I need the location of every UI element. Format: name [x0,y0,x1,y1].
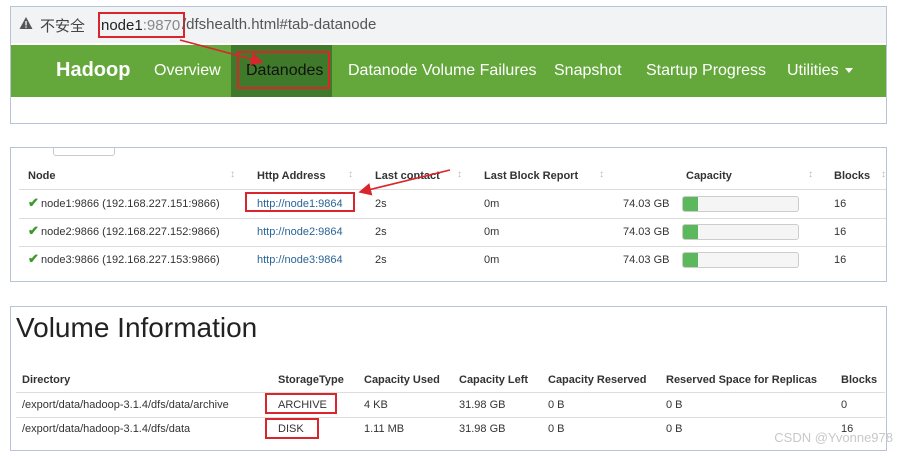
capacity-bar [682,196,799,212]
volume-capacity-used: 4 KB [364,399,388,411]
url-host[interactable]: node1:9870 [98,12,186,38]
check-icon: ✔ [28,251,39,266]
last-block-report: 0m [484,254,500,266]
col-http-address[interactable]: Http Address [257,170,326,182]
nav-datanodes[interactable]: Datanodes [246,62,323,80]
row-divider [19,246,886,247]
volume-directory: /export/data/hadoop-3.1.4/dfs/data [22,423,191,435]
http-address-link[interactable]: http://node2:9864 [257,226,343,238]
http-address-link[interactable]: http://node1:9864 [257,198,343,210]
blocks-value: 16 [834,226,847,238]
capacity-bar-fill [683,225,698,239]
volume-capacity-left: 31.98 GB [459,399,506,411]
capacity-value: 74.03 GB [623,226,670,238]
url-port: :9870 [142,17,181,34]
sort-icon[interactable]: ↕ [457,169,462,180]
row-divider [19,189,886,190]
nav-volume-failures[interactable]: Datanode Volume Failures [348,62,537,80]
capacity-value: 74.03 GB [623,198,670,210]
volume-info-panel: Volume Information Directory StorageType… [10,306,887,451]
node-name: node1:9866 (192.168.227.151:9866) [41,198,220,210]
col-reserved-replicas: Reserved Space for Replicas [666,374,818,386]
nav-utilities-label: Utilities [787,62,839,79]
col-last-block-report[interactable]: Last Block Report [484,170,578,182]
datanode-table-panel: Node ↕ Http Address ↕ Last contact ↕ Las… [10,147,887,282]
col-node[interactable]: Node [28,170,56,182]
capacity-bar [682,224,799,240]
warning-icon[interactable] [19,16,33,30]
col-capacity-reserved: Capacity Reserved [548,374,647,386]
node-name: node3:9866 (192.168.227.153:9866) [41,254,220,266]
check-icon: ✔ [28,195,39,210]
capacity-bar-fill [683,197,698,211]
volume-storage-type: ARCHIVE [278,399,327,411]
row-divider [16,392,885,393]
nav-snapshot[interactable]: Snapshot [554,62,622,80]
volume-capacity-reserved: 0 B [548,399,565,411]
caret-down-icon [844,68,853,74]
navbar: Hadoop Overview Datanodes Datanode Volum… [11,45,886,97]
row-divider [19,218,886,219]
volume-capacity-left: 31.98 GB [459,423,506,435]
brand-logo[interactable]: Hadoop [56,59,130,82]
capacity-bar [682,252,799,268]
col-blocks: Blocks [841,374,878,386]
url-path[interactable]: /dfshealth.html#tab-datanode [182,16,376,33]
col-storage-type: StorageType [278,374,344,386]
last-block-report: 0m [484,198,500,210]
blocks-value: 16 [834,198,847,210]
col-directory: Directory [22,374,71,386]
col-blocks[interactable]: Blocks [834,170,870,182]
sort-icon[interactable]: ↕ [230,169,235,180]
sort-icon[interactable]: ↕ [808,169,813,180]
volume-reserved-replicas: 0 B [666,423,683,435]
url-hostname: node1 [101,17,143,34]
last-block-report: 0m [484,226,500,238]
blocks-value: 16 [834,254,847,266]
nav-overview[interactable]: Overview [154,62,221,80]
col-capacity-left: Capacity Left [459,374,529,386]
capacity-bar-fill [683,253,698,267]
col-capacity[interactable]: Capacity [686,170,732,182]
nav-startup-progress[interactable]: Startup Progress [646,62,766,80]
watermark: CSDN @Yvonne978 [774,430,893,445]
row-divider [16,417,885,418]
browser-window: 不安全 | node1:9870 /dfshealth.html#tab-dat… [10,6,887,124]
col-capacity-used: Capacity Used [364,374,440,386]
volume-storage-type: DISK [278,423,304,435]
last-contact: 2s [375,226,387,238]
last-contact: 2s [375,254,387,266]
col-last-contact[interactable]: Last contact [375,170,440,182]
last-contact: 2s [375,198,387,210]
node-name: node2:9866 (192.168.227.152:9866) [41,226,220,238]
volume-capacity-reserved: 0 B [548,423,565,435]
check-icon: ✔ [28,223,39,238]
address-bar[interactable]: 不安全 | node1:9870 /dfshealth.html#tab-dat… [11,7,886,43]
volume-title: Volume Information [16,312,258,343]
nav-utilities[interactable]: Utilities [787,62,853,80]
volume-blocks: 0 [841,399,848,411]
http-address-link[interactable]: http://node3:9864 [257,254,343,266]
sort-icon[interactable]: ↕ [348,169,353,180]
sort-icon[interactable]: ↕ [599,169,604,180]
volume-reserved-replicas: 0 B [666,399,683,411]
capacity-value: 74.03 GB [623,254,670,266]
volume-directory: /export/data/hadoop-3.1.4/dfs/data/archi… [22,399,229,411]
volume-capacity-used: 1.11 MB [364,423,405,435]
sort-icon[interactable]: ↕ [881,169,886,180]
insecure-label[interactable]: 不安全 [40,15,85,36]
tab-stub [53,148,115,156]
